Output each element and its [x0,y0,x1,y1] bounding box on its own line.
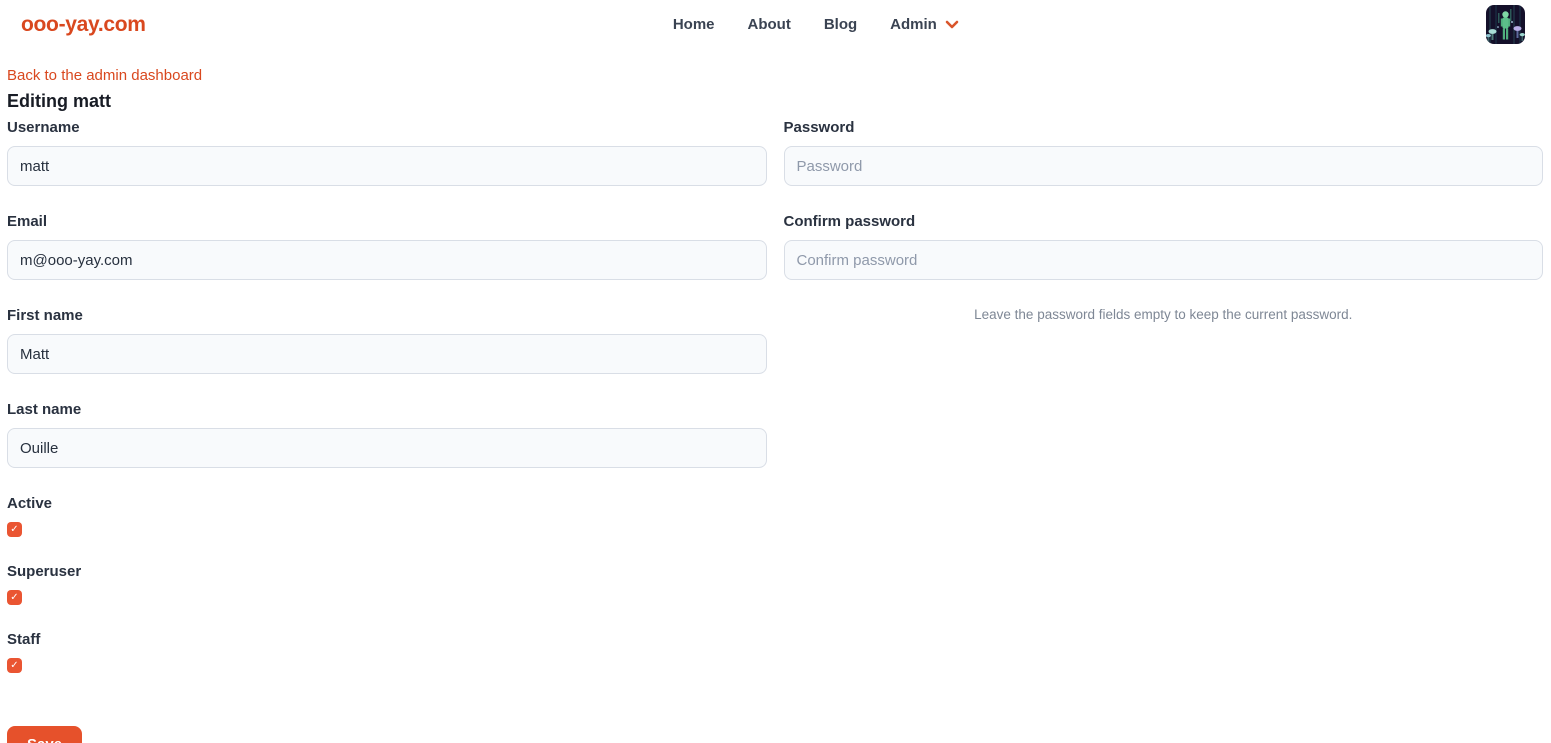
superuser-label: Superuser [7,564,767,579]
top-navigation-bar: ooo-yay.com Home About Blog Admin [0,0,1551,49]
nav-blog-label: Blog [824,16,857,33]
confirm-password-label: Confirm password [784,214,1544,229]
email-input[interactable] [7,240,767,280]
nav-item-about[interactable]: About [748,16,791,33]
last-name-label: Last name [7,402,767,417]
active-checkbox-group: Active ✓ [7,496,767,537]
superuser-checkbox-group: Superuser ✓ [7,564,767,605]
edit-user-form: Username Email First name Last name Acti… [7,120,1543,743]
back-to-admin-dashboard-link[interactable]: Back to the admin dashboard [7,66,202,85]
site-logo[interactable]: ooo-yay.com [21,13,146,37]
page-title: Editing matt [7,92,1543,111]
edit-user-page: Back to the admin dashboard Editing matt… [0,49,1551,743]
nav-about-label: About [748,16,791,33]
staff-label: Staff [7,632,767,647]
active-checkbox[interactable]: ✓ [7,522,22,537]
confirm-password-input[interactable] [784,240,1544,280]
password-input[interactable] [784,146,1544,186]
nav-item-home[interactable]: Home [673,16,715,33]
confirm-password-field-group: Confirm password [784,214,1544,280]
username-field-group: Username [7,120,767,186]
form-left-column: Username Email First name Last name Acti… [7,120,767,743]
last-name-input[interactable] [7,428,767,468]
nav-item-blog[interactable]: Blog [824,16,857,33]
superuser-checkbox[interactable]: ✓ [7,590,22,605]
password-label: Password [784,120,1544,135]
staff-checkbox-group: Staff ✓ [7,632,767,673]
form-right-column: Password Confirm password Leave the pass… [784,120,1544,323]
username-input[interactable] [7,146,767,186]
active-label: Active [7,496,767,511]
email-field-group: Email [7,214,767,280]
avatar-image [1486,5,1525,44]
chevron-down-icon [945,20,959,29]
password-help-text: Leave the password fields empty to keep … [784,307,1544,323]
username-label: Username [7,120,767,135]
email-label: Email [7,214,767,229]
first-name-input[interactable] [7,334,767,374]
password-field-group: Password [784,120,1544,186]
nav-home-label: Home [673,16,715,33]
save-button[interactable]: Save [7,726,82,743]
first-name-field-group: First name [7,308,767,374]
staff-checkbox[interactable]: ✓ [7,658,22,673]
first-name-label: First name [7,308,767,323]
main-nav: Home About Blog Admin [146,16,1486,33]
nav-admin-label: Admin [890,16,937,33]
user-avatar[interactable] [1486,5,1525,44]
nav-item-admin[interactable]: Admin [890,16,959,33]
last-name-field-group: Last name [7,402,767,468]
